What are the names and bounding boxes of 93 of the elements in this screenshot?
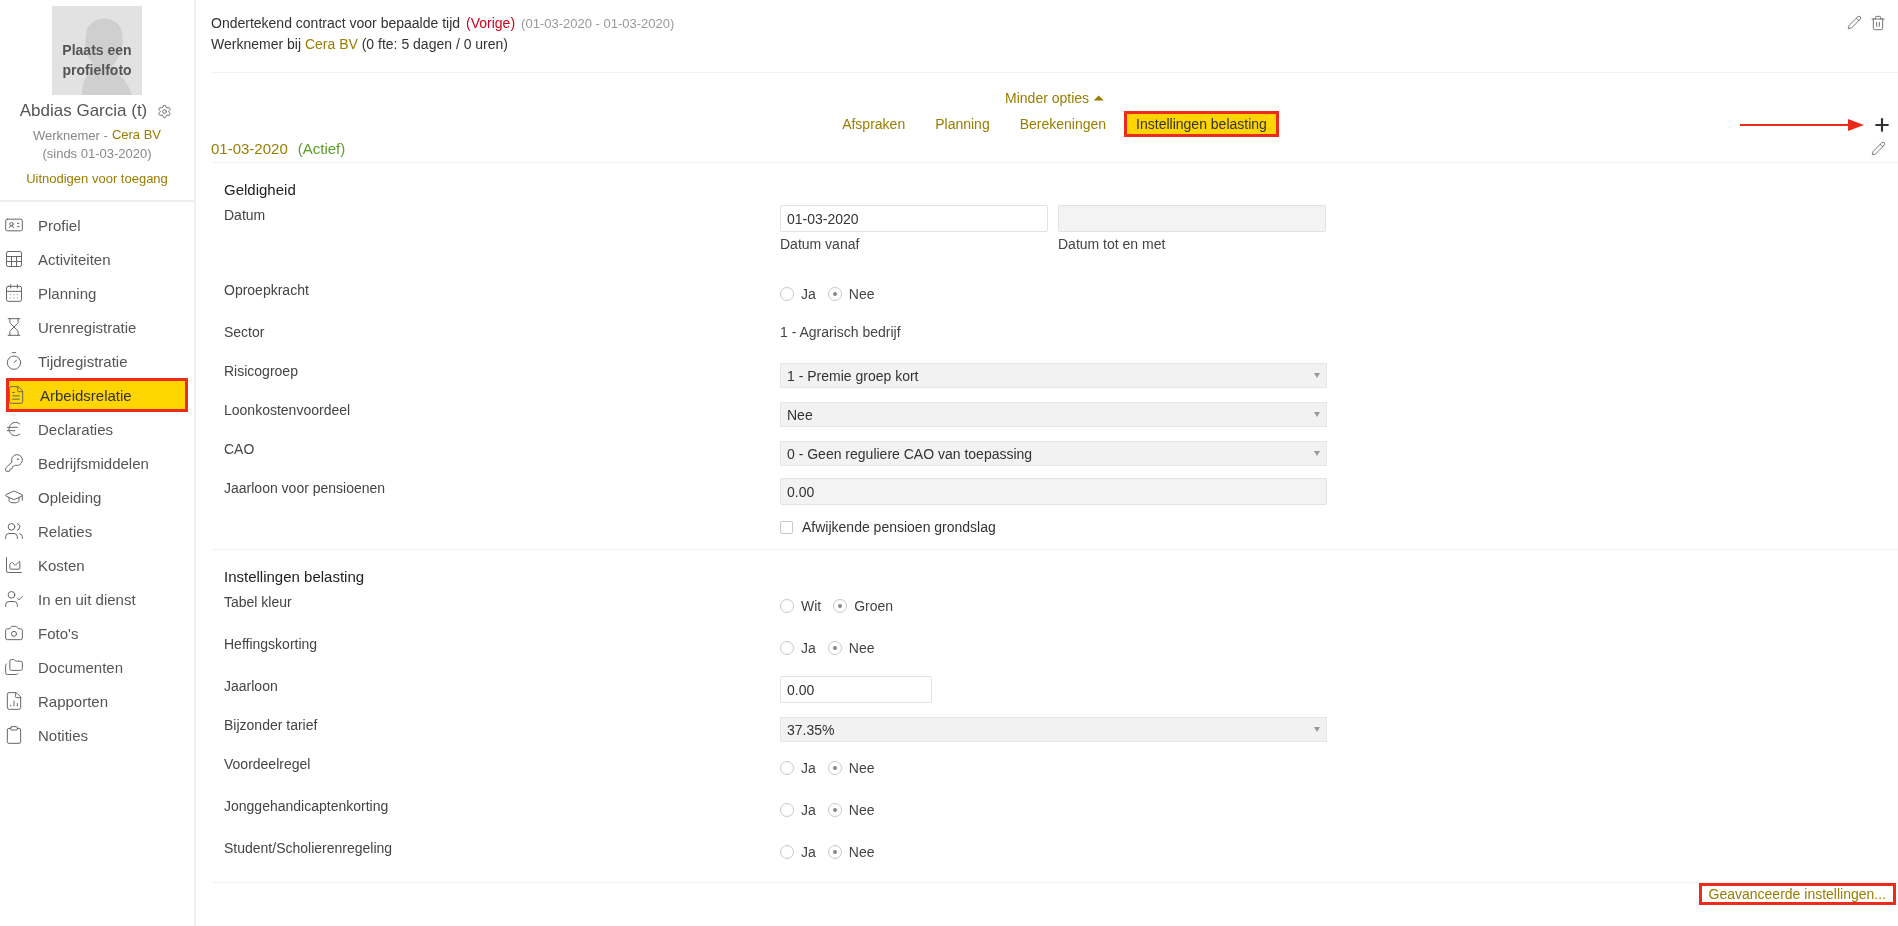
employer-link[interactable]: Cera BV xyxy=(304,36,358,52)
period-status: (Actief) xyxy=(297,140,346,157)
field-label: Tabel kleur xyxy=(224,593,293,612)
sidebar-item[interactable]: Kosten xyxy=(0,548,194,582)
input-field[interactable]: 0.00 xyxy=(780,676,932,703)
edit-icon[interactable] xyxy=(1845,13,1864,32)
sidebar-item[interactable]: Tijdregistratie xyxy=(0,344,194,378)
tab[interactable]: Instellingen belasting xyxy=(1124,111,1279,137)
people-icon xyxy=(4,521,24,541)
area-chart-icon xyxy=(4,555,24,575)
contract-title: Ondertekend contract voor bepaalde tijd xyxy=(211,14,461,33)
field-label: Bijzonder tarief xyxy=(224,716,319,735)
avatar-placeholder[interactable]: Plaats een profielfoto xyxy=(52,6,142,95)
field-label: Heffingskorting xyxy=(224,635,319,654)
sidebar-item[interactable]: Foto's xyxy=(0,616,194,650)
field-caption: Datum vanaf xyxy=(780,236,861,252)
caret-icon xyxy=(1314,451,1320,456)
stopwatch-icon xyxy=(4,351,24,371)
select-dropdown[interactable]: 0 - Geen reguliere CAO van toepassing xyxy=(780,441,1327,466)
caret-icon xyxy=(1314,727,1320,732)
clipboard-icon xyxy=(4,725,24,745)
photo-caption: Plaats een profielfoto xyxy=(61,40,133,80)
radio-label: Wit xyxy=(801,598,822,614)
checkbox[interactable] xyxy=(780,520,793,534)
field-label: Jonggehandicaptenkorting xyxy=(224,797,390,816)
caret-icon xyxy=(1314,373,1320,378)
employer-link[interactable]: Cera BV xyxy=(111,127,161,145)
sidebar-item[interactable]: In en uit dienst xyxy=(0,582,194,616)
folders-icon xyxy=(4,657,24,677)
camera-icon xyxy=(4,623,24,643)
field-caption: Datum tot en met xyxy=(1058,236,1167,252)
field-label: Jaarloon voor pensioenen xyxy=(224,479,387,498)
sidebar-item[interactable]: Notities xyxy=(0,718,194,752)
less-options-link[interactable]: Minder opties ⏶ xyxy=(1005,90,1104,107)
sidebar-item[interactable]: Opleiding xyxy=(0,480,194,514)
table-icon xyxy=(4,249,24,269)
employment-since: (sinds 01-03-2020) xyxy=(42,145,152,163)
radio-label: Ja xyxy=(801,802,816,818)
field-label: CAO xyxy=(224,440,256,459)
section-title: Instellingen belasting xyxy=(224,567,366,587)
select-dropdown[interactable]: 1 - Premie groep kort xyxy=(780,363,1327,388)
period-date[interactable]: 01-03-2020 xyxy=(211,140,288,157)
field-label: Voordeelregel xyxy=(224,755,312,774)
document-icon xyxy=(6,385,26,405)
radio-label: Nee xyxy=(848,286,875,302)
field-label: Risicogroep xyxy=(224,362,299,381)
sidebar-item[interactable]: Documenten xyxy=(0,650,194,684)
radio-label: Nee xyxy=(848,844,875,860)
sidebar-item[interactable]: Profiel xyxy=(0,208,194,242)
employee-name: Abdias Garcia (t) xyxy=(19,101,148,121)
field-label: Loonkostenvoordeel xyxy=(224,401,352,420)
field-label: Student/Scholierenregeling xyxy=(224,839,394,858)
field-label: Sector xyxy=(224,323,266,342)
select-dropdown[interactable]: Nee xyxy=(780,402,1327,427)
sidebar-item[interactable]: Relaties xyxy=(0,514,194,548)
date-field[interactable]: 01-03-2020 xyxy=(780,205,1048,232)
radio-label: Ja xyxy=(801,286,816,302)
tab[interactable]: Afspraken xyxy=(830,111,918,137)
employee-role: Werknemer - xyxy=(33,127,108,145)
radio-label: Ja xyxy=(801,844,816,860)
user-check-icon xyxy=(4,589,24,609)
radio-label: Ja xyxy=(801,640,816,656)
advanced-settings-link[interactable]: Geavanceerde instellingen... xyxy=(1698,883,1896,905)
contract-period: (01-03-2020 - 01-03-2020) xyxy=(521,15,675,33)
employment-line: Werknemer bij Cera BV (0 fte: 5 dagen / 0 uren) xyxy=(211,35,510,54)
sidebar-item[interactable]: Urenregistratie xyxy=(0,310,194,344)
checkbox-label: Afwijkende pensioen grondslag xyxy=(802,519,996,535)
select-dropdown[interactable]: 37.35% xyxy=(780,717,1327,742)
contract-status: (Vorige) xyxy=(466,14,516,33)
caret-icon xyxy=(1314,412,1320,417)
sidebar-item[interactable]: Arbeidsrelatie xyxy=(6,378,188,412)
sidebar-item[interactable]: Activiteiten xyxy=(0,242,194,276)
radio-label: Ja xyxy=(801,760,816,776)
radio-label: Nee xyxy=(848,640,875,656)
sidebar-item[interactable]: Rapporten xyxy=(0,684,194,718)
sidebar-item[interactable]: Bedrijfsmiddelen xyxy=(0,446,194,480)
invite-link[interactable]: Uitnodigen voor toegang xyxy=(26,171,168,186)
field-label: Jaarloon xyxy=(224,677,279,696)
field-label: Datum xyxy=(224,206,267,225)
tab[interactable]: Planning xyxy=(923,111,1002,137)
sidebar-item[interactable]: Planning xyxy=(0,276,194,310)
calendar-icon xyxy=(4,283,24,303)
field-label: Oproepkracht xyxy=(224,281,310,300)
field-value: 1 - Agrarisch bedrijf xyxy=(780,323,901,342)
radio-label: Nee xyxy=(848,760,875,776)
report-icon xyxy=(4,691,24,711)
sidebar-item[interactable]: Declaraties xyxy=(0,412,194,446)
key-icon xyxy=(4,453,24,473)
radio-label: Nee xyxy=(848,802,875,818)
add-icon[interactable] xyxy=(1872,115,1892,135)
section-title: Geldigheid xyxy=(224,180,297,200)
tab[interactable]: Berekeningen xyxy=(1007,111,1119,137)
radio-label: Groen xyxy=(854,598,894,614)
